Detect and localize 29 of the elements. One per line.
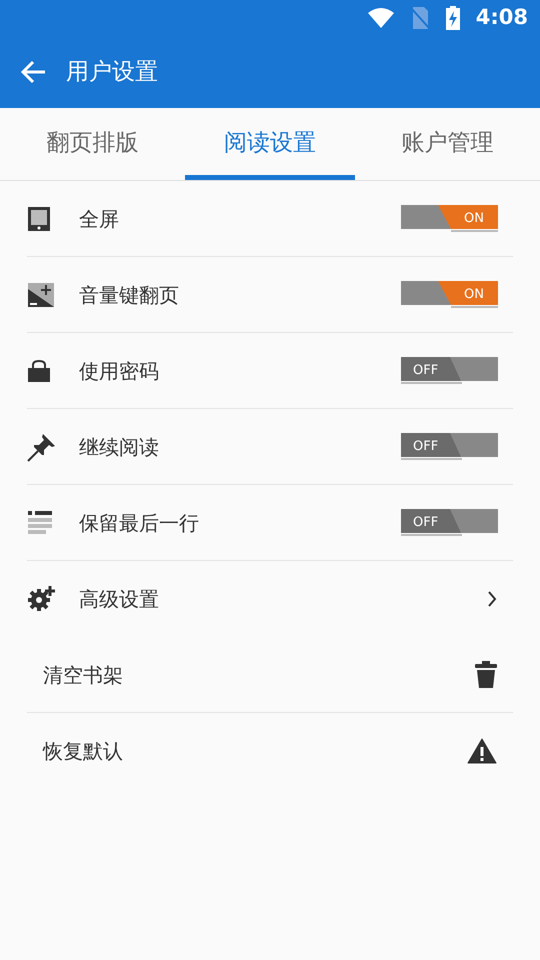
tab[interactable]: 翻页排版 <box>0 108 185 180</box>
warning-icon <box>467 738 497 764</box>
action-button[interactable] <box>467 738 497 764</box>
chevron-button[interactable] <box>487 591 497 607</box>
setting-label: 继续阅读 <box>79 434 160 460</box>
text-lines-icon <box>27 510 53 536</box>
volume-key-icon <box>27 282 55 308</box>
setting-label: 全屏 <box>79 206 120 232</box>
setting-label: 恢复默认 <box>42 738 124 765</box>
action-button[interactable] <box>475 660 497 688</box>
battery-charging-icon <box>446 6 460 30</box>
setting-label: 音量键翻页 <box>79 282 180 308</box>
app-bar-title: 用户设置 <box>66 58 158 87</box>
tab[interactable]: 阅读设置 <box>185 108 355 180</box>
chevron-right-icon <box>487 591 497 607</box>
lock-icon <box>27 360 51 382</box>
back-button[interactable] <box>20 60 46 84</box>
setting-label: 高级设置 <box>79 586 160 613</box>
gear-icon <box>27 586 55 612</box>
setting-label: 使用密码 <box>79 358 160 384</box>
setting-label: 保留最后一行 <box>79 510 200 536</box>
setting-label: 清空书架 <box>42 662 124 688</box>
screen-icon <box>27 206 53 232</box>
pushpin-icon <box>27 432 57 462</box>
trash-icon <box>475 660 497 688</box>
tab[interactable]: 账户管理 <box>355 108 540 180</box>
back-arrow-icon <box>20 60 46 84</box>
clock-text: 4:08 <box>476 4 528 32</box>
wifi-icon <box>368 8 394 28</box>
